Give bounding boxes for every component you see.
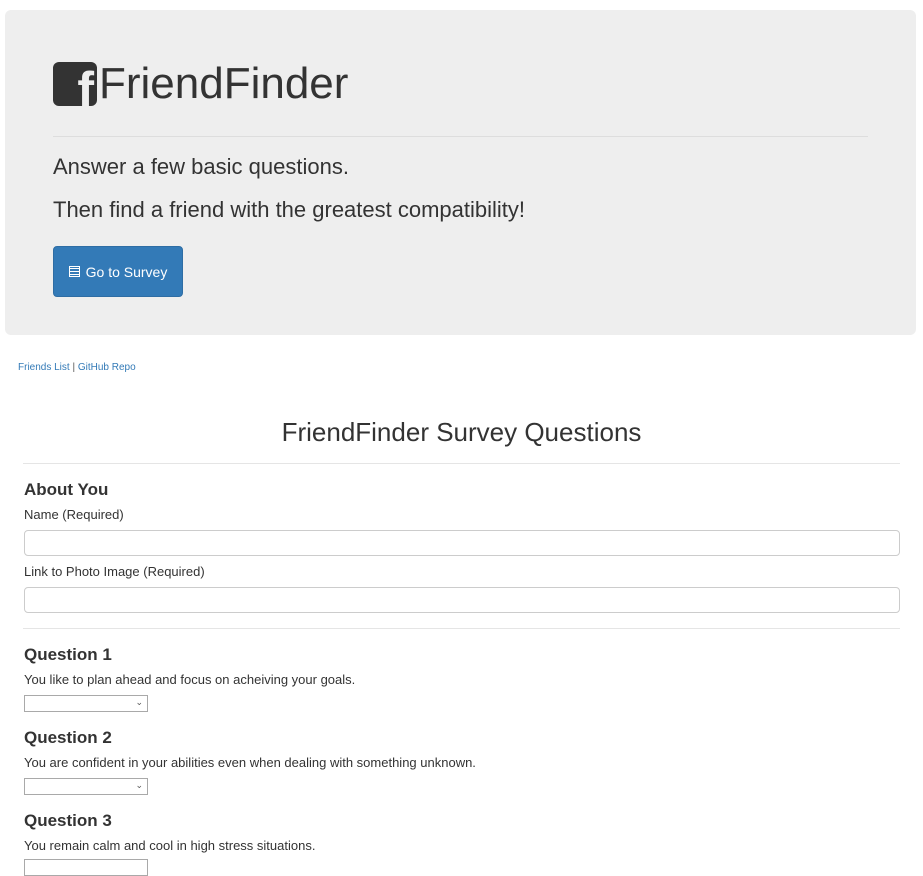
question-1-heading: Question 1: [24, 645, 112, 664]
question-1-text: You like to plan ahead and focus on ache…: [24, 672, 356, 687]
go-to-survey-label: Go to Survey: [85, 263, 168, 280]
question-3-text: You remain calm and cool in high stress …: [24, 838, 316, 853]
about-you-heading: About You: [24, 480, 109, 499]
list-alt-icon: [68, 266, 80, 277]
name-input[interactable]: [24, 530, 900, 556]
go-to-survey-button[interactable]: Go to Survey: [53, 246, 183, 297]
brand: f FriendFinder: [53, 62, 348, 106]
name-label: Name (Required): [24, 507, 124, 522]
link-separator: |: [69, 362, 78, 373]
facebook-icon: f: [53, 62, 97, 106]
friends-list-link[interactable]: Friends List: [18, 362, 70, 373]
github-repo-link[interactable]: GitHub Repo: [78, 362, 136, 373]
question-1-select[interactable]: ⌄: [24, 695, 148, 712]
divider: [23, 463, 900, 464]
question-2-select[interactable]: ⌄: [24, 778, 148, 795]
lead-text-2: Then find a friend with the greatest com…: [53, 197, 526, 222]
lead-text-1: Answer a few basic questions.: [53, 154, 349, 179]
nav-links: Friends List | GitHub Repo: [18, 362, 136, 373]
survey-title: FriendFinder Survey Questions: [281, 417, 642, 447]
photo-link-label: Link to Photo Image (Required): [24, 564, 205, 579]
question-3-select[interactable]: [24, 859, 148, 876]
divider: [53, 136, 868, 137]
question-3-heading: Question 3: [24, 811, 112, 830]
page-title: FriendFinder: [99, 59, 349, 108]
chevron-down-icon: ⌄: [135, 697, 143, 707]
chevron-down-icon: ⌄: [135, 780, 143, 790]
photo-link-input[interactable]: [24, 587, 900, 613]
divider: [23, 628, 900, 629]
question-2-text: You are confident in your abilities even…: [24, 755, 476, 770]
question-2-heading: Question 2: [24, 728, 112, 747]
